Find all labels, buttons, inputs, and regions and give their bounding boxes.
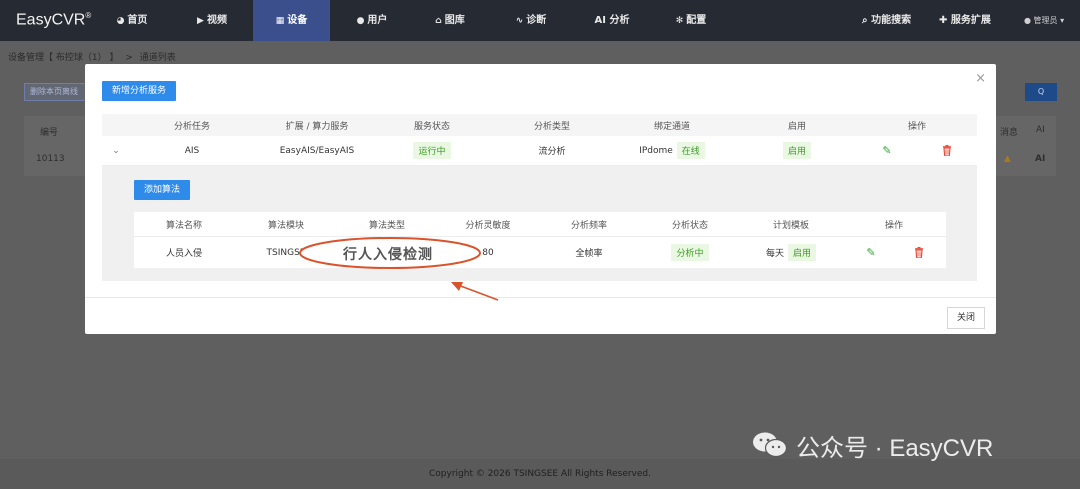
- watermark-text: 公众号 · EasyCVR: [796, 434, 994, 462]
- watermark: 公众号 · EasyCVR: [752, 427, 993, 463]
- annotation-arrow: [457, 284, 499, 301]
- annotation-label: 行人入侵检测: [343, 247, 433, 263]
- wechat-icon: [753, 432, 788, 458]
- annotation-overlay: [299, 237, 499, 301]
